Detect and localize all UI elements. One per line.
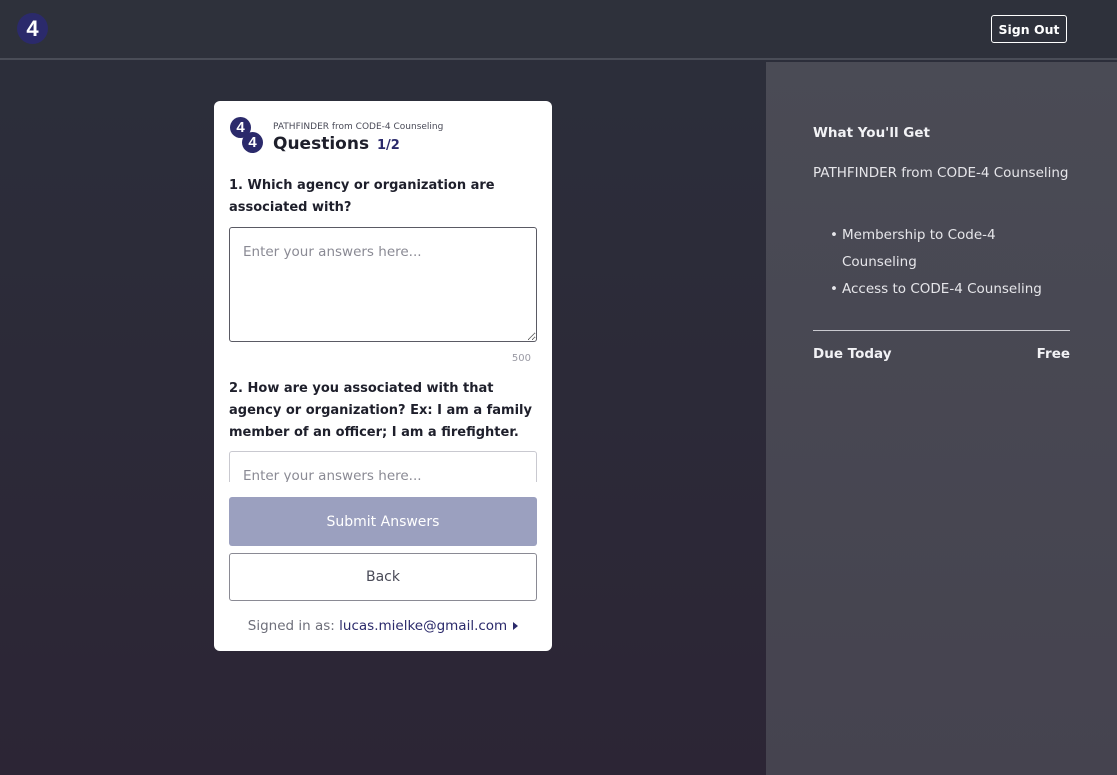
question-1-char-counter: 500 [511, 353, 531, 364]
questions-card: 4 4 PATHFINDER from CODE-4 Counseling Qu… [214, 101, 552, 651]
signed-in-prefix: Signed in as: [247, 618, 335, 634]
code4-logo-icon[interactable]: 4 [17, 13, 48, 44]
account-email-link[interactable]: lucas.mielke@gmail.com [339, 618, 507, 634]
summary-divider [813, 330, 1070, 331]
benefits-list: Membership to Code-4 Counseling Access t… [830, 222, 1070, 303]
question-2-scroll-area [229, 451, 537, 482]
order-summary-panel: What You'll Get PATHFINDER from CODE-4 C… [766, 62, 1117, 775]
back-button[interactable]: Back [229, 553, 537, 601]
summary-title: What You'll Get [813, 125, 930, 141]
page-title-text: Questions [273, 134, 370, 154]
due-today-label: Due Today [813, 346, 892, 362]
product-logo-icon: 4 4 [230, 117, 264, 153]
page-title: Questions 1/2 [273, 134, 400, 154]
question-1-label: 1. Which agency or organization are asso… [229, 178, 495, 215]
question-1-answer-input[interactable] [229, 227, 537, 342]
top-bar: 4 Sign Out [0, 0, 1117, 60]
step-indicator: 1/2 [376, 138, 400, 153]
caret-right-icon[interactable] [513, 622, 519, 630]
benefit-item: Membership to Code-4 Counseling [830, 222, 1070, 276]
signed-in-info: Signed in as: lucas.mielke@gmail.com [214, 618, 552, 634]
question-2-label: 2. How are you associated with that agen… [229, 381, 532, 440]
summary-product-name: PATHFINDER from CODE-4 Counseling [813, 165, 1069, 181]
question-2-answer-input[interactable] [229, 451, 537, 482]
benefit-item: Access to CODE-4 Counseling [830, 276, 1070, 303]
product-subtitle: PATHFINDER from CODE-4 Counseling [273, 122, 444, 132]
logo-digit: 4 [242, 132, 263, 153]
sign-out-button[interactable]: Sign Out [991, 15, 1067, 43]
submit-answers-button[interactable]: Submit Answers [229, 497, 537, 546]
due-today-value: Free [1036, 346, 1070, 362]
